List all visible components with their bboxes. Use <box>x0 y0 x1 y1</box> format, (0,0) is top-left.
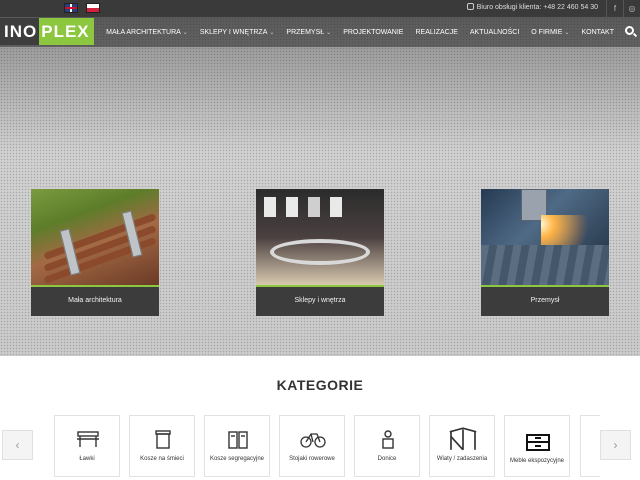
bicycle-icon <box>300 433 326 448</box>
category-label: Donice <box>377 456 397 462</box>
phone-icon <box>466 3 474 10</box>
english-flag-icon[interactable] <box>64 3 78 13</box>
nav-item-realizacje[interactable]: Realizacje <box>415 29 457 36</box>
bench-icon <box>77 431 99 447</box>
chevron-down-icon: ⌄ <box>182 29 188 36</box>
shelter-icon <box>449 427 477 451</box>
shop-interior-photo <box>256 189 384 287</box>
category-tile-donice[interactable]: Donice <box>354 415 420 477</box>
nav-item-kontakt[interactable]: Kontakt <box>581 29 614 36</box>
nav-item-sklepy-i-wnetrza[interactable]: Sklepy i wnętrza ⌄ <box>200 29 275 36</box>
chevron-down-icon: ⌄ <box>269 29 275 36</box>
inoplex-logo[interactable]: INO PLEX <box>0 18 94 45</box>
hero-card-label: Przemysł <box>481 287 609 316</box>
carousel-prev-button[interactable]: ‹ <box>2 430 33 460</box>
carousel-next-button[interactable]: › <box>600 430 631 460</box>
category-tile-kosze-segregacyjne[interactable]: Kosze segregacyjne <box>204 415 270 477</box>
display-furniture-icon <box>526 434 550 451</box>
hero-card-przemysl[interactable]: Przemysł <box>481 189 609 316</box>
category-tile-next-partial[interactable] <box>580 415 600 477</box>
bench-photo <box>31 189 159 287</box>
chevron-down-icon: ⌄ <box>326 29 332 36</box>
main-navigation: Mała architektura ⌄ Sklepy i wnętrza ⌄ Prz… <box>94 17 614 47</box>
search-icon[interactable] <box>625 26 634 35</box>
main-header: INO PLEX Mała architektura ⌄ Sklepy i wnę… <box>0 17 640 47</box>
nav-item-mala-architektura[interactable]: Mała architektura ⌄ <box>106 29 188 36</box>
hero-card-label: Mała architektura <box>31 287 159 316</box>
planter-icon <box>382 430 394 449</box>
logo-part-ino: INO <box>0 18 40 45</box>
facebook-icon[interactable]: f <box>606 0 623 17</box>
instagram-icon[interactable]: ◎ <box>623 0 640 17</box>
category-tile-kosze-na-smieci[interactable]: Kosze na śmieci <box>129 415 195 477</box>
chevron-down-icon: ⌄ <box>564 29 570 36</box>
category-tile-stojaki-rowerowe[interactable]: Stojaki rowerowe <box>279 415 345 477</box>
category-tile-wiaty-zadaszenia[interactable]: Wiaty / zadaszenia <box>429 415 495 477</box>
trash-bin-icon <box>155 430 171 449</box>
hero-card-label: Sklepy i wnętrza <box>256 287 384 316</box>
hero-card-mala-architektura[interactable]: Mała architektura <box>31 189 159 316</box>
nav-item-projektowanie[interactable]: Projektowanie <box>343 29 403 36</box>
category-tile-meble-ekspozycyjne[interactable]: Meble ekspozycyjne <box>504 415 570 477</box>
category-label: Ławki <box>79 456 95 462</box>
category-label: Wiaty / zadaszenia <box>436 456 488 462</box>
nav-item-przemysl[interactable]: Przemysł ⌄ <box>286 29 331 36</box>
category-label: Kosze na śmieci <box>140 456 184 462</box>
hotline-number[interactable]: +48 22 460 54 30 <box>543 4 598 11</box>
recycling-bins-icon <box>228 431 248 449</box>
laser-cutting-photo <box>481 189 609 287</box>
category-label: Kosze segregacyjne <box>209 456 265 462</box>
nav-item-o-firmie[interactable]: O firmie ⌄ <box>531 29 569 36</box>
top-bar: Biuro obsługi klienta: +48 22 460 54 30 … <box>0 0 640 17</box>
category-label: Meble ekspozycyjne <box>509 458 565 464</box>
category-label: Stojaki rowerowe <box>289 456 335 462</box>
polish-flag-icon[interactable] <box>86 3 100 13</box>
categories-title: KATEGORIE <box>276 377 364 393</box>
logo-part-plex: PLEX <box>39 18 94 45</box>
nav-item-aktualnosci[interactable]: Aktualności <box>470 29 519 36</box>
category-tile-lawki[interactable]: Ławki <box>54 415 120 477</box>
hotline-label: Biuro obsługi klienta: <box>476 4 542 11</box>
customer-service-hotline: Biuro obsługi klienta: +48 22 460 54 30 <box>466 3 598 11</box>
hero-card-sklepy-i-wnetrza[interactable]: Sklepy i wnętrza <box>256 189 384 316</box>
